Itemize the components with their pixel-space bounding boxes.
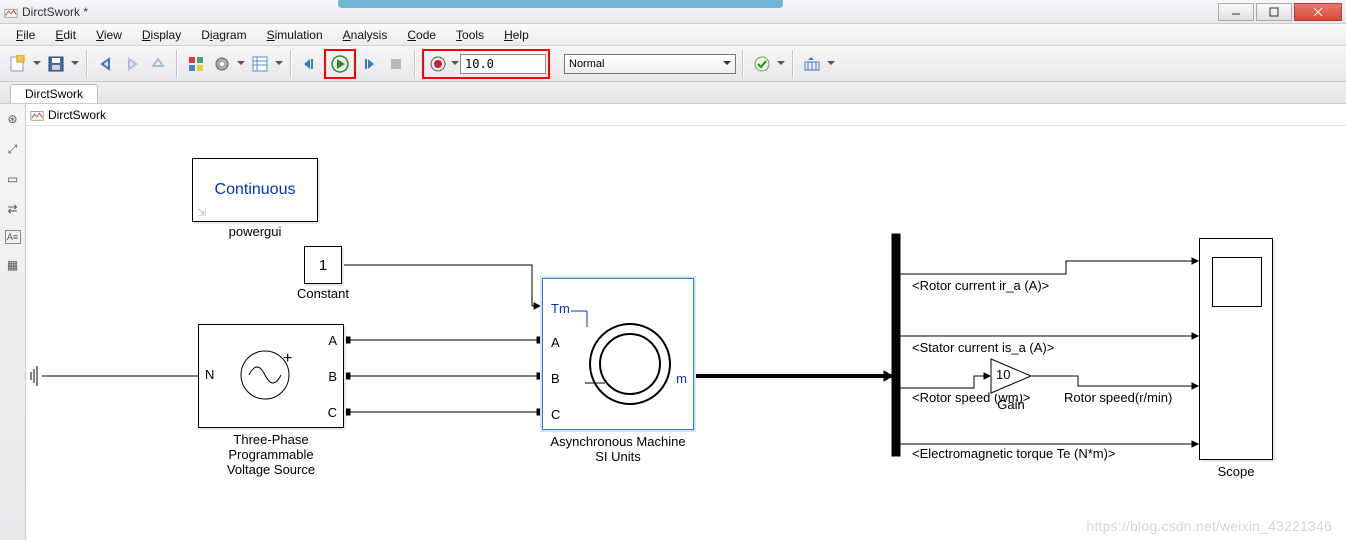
machine-port-m: m [676,371,687,386]
menu-analysis[interactable]: Analysis [333,26,398,44]
tab-row: DirctSwork [0,82,1346,104]
source-label: Three-Phase Programmable Voltage Source [161,433,381,478]
close-button[interactable] [1294,3,1342,21]
annotation-icon[interactable]: A≡ [5,230,21,244]
maximize-button[interactable] [1256,3,1292,21]
window-title: DirctSwork * [22,5,88,19]
tab-model[interactable]: DirctSwork [10,84,98,103]
model-explorer-button[interactable] [248,52,272,76]
zoom-icon[interactable]: ⤢ [4,140,22,158]
breadcrumb: DirctSwork [26,104,1346,126]
back-button[interactable] [94,52,118,76]
powergui-link-icon: ⇲ [197,206,206,219]
record-button[interactable] [426,52,450,76]
palette-strip: ⊛ ⤢ ▭ ⇄ A≡ ▦ [0,104,26,540]
autoroute-icon[interactable]: ⇄ [4,200,22,218]
model-config-button[interactable] [210,52,234,76]
toolbar: Normal [0,46,1346,82]
menu-diagram[interactable]: Diagram [191,26,256,44]
menu-help[interactable]: Help [494,26,539,44]
scope-label: Scope [1126,465,1346,480]
title-bar: DirctSwork * [0,0,1346,24]
library-button[interactable] [184,52,208,76]
machine-port-c: C [551,407,560,422]
breadcrumb-model[interactable]: DirctSwork [48,108,106,122]
constant-value: 1 [305,247,341,283]
scope-screen [1212,257,1262,307]
run-highlight [324,49,356,79]
source-port-c: C [328,405,337,420]
block-machine[interactable]: Tm A B C m Asynchronous Machine SI Units [542,278,694,430]
check-dropdown[interactable] [776,58,786,69]
stop-button[interactable] [384,52,408,76]
signal-torque: <Electromagnetic torque Te (N*m)> [912,446,1116,461]
check-button[interactable] [750,52,774,76]
menu-file[interactable]: File [6,26,45,44]
app-icon [4,5,18,19]
run-button[interactable] [328,52,352,76]
gain-label: Gain [901,398,1121,413]
new-button[interactable] [6,52,30,76]
build-button[interactable] [800,52,824,76]
svg-text:+: + [283,350,292,367]
menu-edit[interactable]: Edit [45,26,86,44]
machine-port-a: A [551,335,560,350]
diagram-canvas[interactable]: Continuous ⇲ powergui 1 Constant N + A B… [26,126,1346,540]
gain-value: 10 [996,367,1010,382]
block-constant[interactable]: 1 Constant [304,246,342,284]
machine-label: Asynchronous Machine SI Units [508,435,728,465]
block-gain[interactable]: 10 Gain [990,358,1032,394]
machine-icon [585,319,675,409]
model-config-dropdown[interactable] [236,58,246,69]
save-dropdown[interactable] [70,58,80,69]
simulation-mode-value: Normal [569,58,604,70]
record-dropdown[interactable] [450,58,460,69]
new-dropdown[interactable] [32,58,42,69]
block-powergui[interactable]: Continuous ⇲ powergui [192,158,318,222]
forward-button[interactable] [120,52,144,76]
fit-icon[interactable]: ▭ [4,170,22,188]
menu-simulation[interactable]: Simulation [257,26,333,44]
block-source[interactable]: N + A B C Three-Phase Programmable Volta… [198,324,344,428]
machine-port-b: B [551,371,560,386]
step-forward-button[interactable] [358,52,382,76]
signal-stator-current: <Stator current is_a (A)> [912,340,1054,355]
source-port-n: N [205,367,214,382]
signal-rotor-current: <Rotor current ir_a (A)> [912,278,1049,293]
powergui-label: powergui [145,225,365,240]
menu-tools[interactable]: Tools [446,26,494,44]
menu-code[interactable]: Code [397,26,446,44]
simulation-mode-select[interactable]: Normal [564,54,736,74]
up-button[interactable] [146,52,170,76]
title-accent [338,0,783,8]
source-port-a: A [328,333,337,348]
save-button[interactable] [44,52,68,76]
powergui-text: Continuous [193,159,317,221]
menu-view[interactable]: View [86,26,132,44]
record-highlight [422,49,550,79]
source-port-b: B [328,369,337,384]
nav-collapse-icon[interactable]: ⊛ [4,110,22,128]
image-icon[interactable]: ▦ [4,256,22,274]
source-icon: + [235,343,299,407]
menu-bar: File Edit View Display Diagram Simulatio… [0,24,1346,46]
build-dropdown[interactable] [826,58,836,69]
model-icon [30,108,44,122]
constant-label: Constant [213,287,433,302]
step-back-button[interactable] [298,52,322,76]
minimize-button[interactable] [1218,3,1254,21]
stop-time-input[interactable] [460,54,546,74]
model-explorer-dropdown[interactable] [274,58,284,69]
watermark: https://blog.csdn.net/weixin_43221346 [1086,518,1332,534]
block-scope[interactable]: Scope [1199,238,1273,460]
menu-display[interactable]: Display [132,26,191,44]
